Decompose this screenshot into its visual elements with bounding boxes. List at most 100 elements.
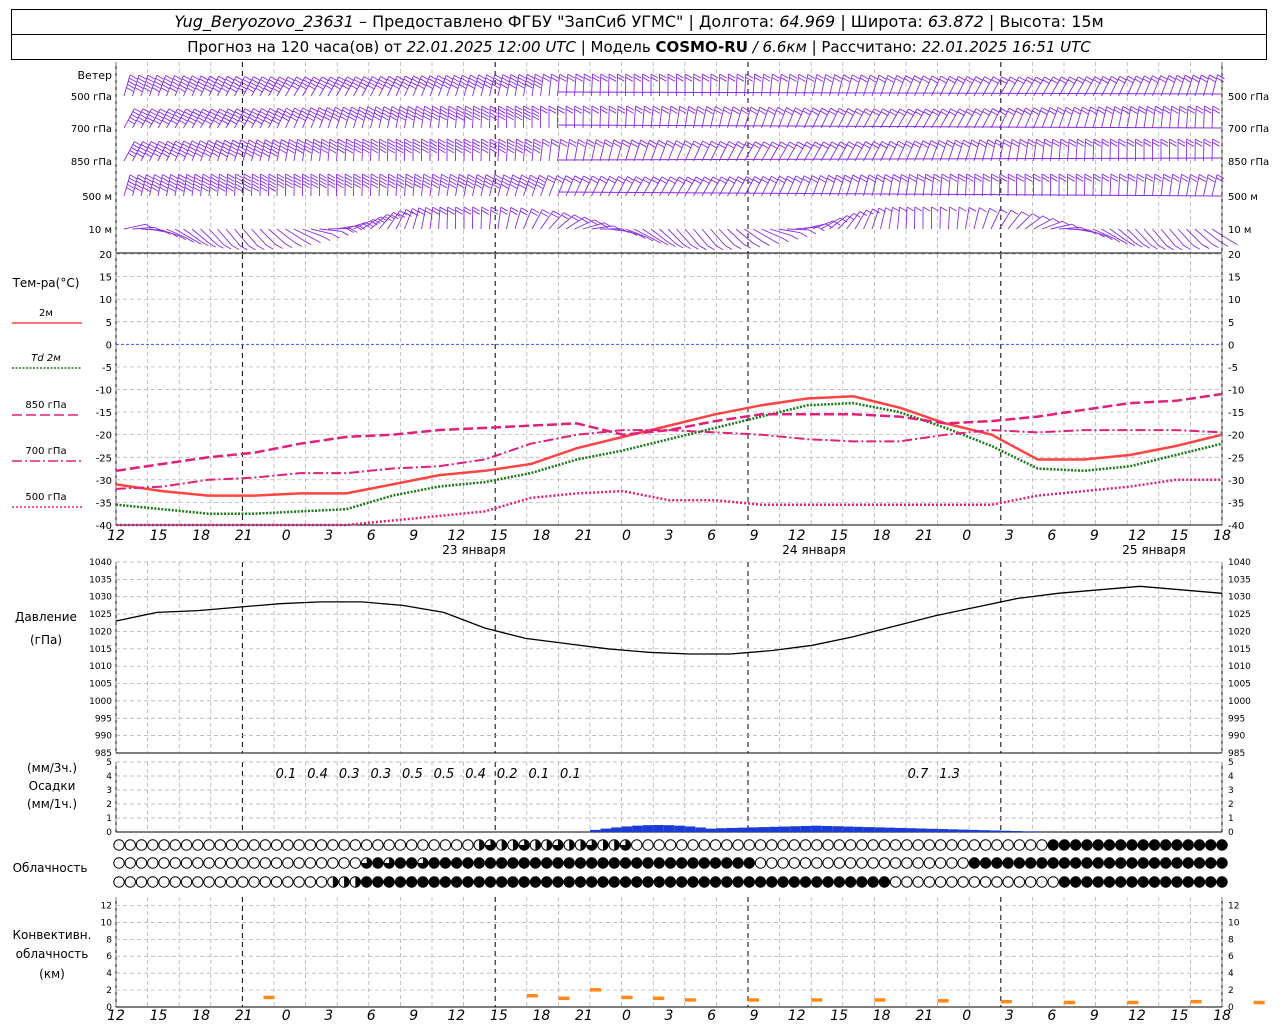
precip-bar (653, 825, 664, 832)
wind-barb-feather (263, 119, 272, 125)
wind-barb-feather (321, 138, 330, 144)
wind-barb-feather (704, 176, 712, 182)
cloud-cover-fill (614, 839, 620, 851)
wind-barb-feather (531, 208, 539, 213)
wind-barb-feather (340, 116, 348, 121)
wind-barb-feather (392, 84, 400, 90)
wind-barb (684, 140, 695, 162)
wind-barb-feather (281, 116, 290, 122)
wind-barb-feather (794, 178, 802, 184)
cloud-cover-symbol (946, 876, 958, 888)
wind-barb-feather (652, 105, 661, 111)
temp-tick-label-right: 20 (1228, 250, 1241, 261)
wind-barb-feather (306, 116, 315, 122)
wind-barb-feather (170, 173, 178, 179)
wind-barb-feather (1066, 106, 1074, 112)
wind-barb-feather (354, 141, 362, 147)
wind-barb-feather (979, 207, 987, 213)
wind-barb-feather (239, 245, 248, 251)
wind-barb-feather (702, 140, 710, 146)
cloud-cover-symbol (383, 876, 395, 888)
wind-barb-feather (260, 180, 268, 185)
wind-barb-feather (498, 112, 506, 117)
wind-barb-feather (443, 81, 452, 86)
wind-barb-feather (231, 142, 239, 148)
cloud-cover-symbol (766, 857, 778, 869)
cloud-cover-symbol (1148, 857, 1161, 869)
wind-barb-feather (299, 85, 308, 90)
cloud-cover-symbol (405, 876, 418, 888)
precip-bar (684, 826, 696, 832)
wind-barb-feather (191, 140, 200, 146)
wind-barb-feather (395, 78, 403, 84)
day-label: 25 января (1122, 543, 1185, 557)
wind-barb-feather (1158, 245, 1166, 250)
wind-barb-feather (740, 109, 749, 115)
wind-barb-feather (575, 73, 584, 79)
convective-tick-label: 10 (101, 918, 113, 928)
wind-barb-feather (1035, 142, 1044, 147)
wind-barb-feather (568, 142, 577, 147)
wind-barb-feather (370, 145, 379, 150)
wind-barb-feather (958, 75, 966, 81)
wind-barb-feather (279, 76, 287, 82)
precip-title-1: (мм/3ч.) (27, 761, 77, 775)
wind-barb-feather (573, 178, 581, 184)
cloud-cover-symbol (147, 876, 159, 888)
wind-barb-feather (909, 173, 917, 179)
wind-barb-feather (789, 77, 797, 82)
wind-barb-feather (218, 186, 226, 192)
wind-barb-feather (395, 141, 404, 147)
wind-barb-feather (811, 110, 819, 116)
convective-title-2: облачность (16, 947, 89, 961)
wind-barb-feather (1199, 174, 1207, 179)
wind-barb (259, 228, 276, 245)
cloud-cover-symbol (1137, 857, 1149, 869)
wind-barb-feather (534, 77, 542, 82)
temp-tick-label: 20 (99, 250, 112, 261)
wind-barb-feather (362, 176, 370, 182)
wind-barb-feather (164, 78, 172, 83)
wind-barb-feather (449, 177, 458, 182)
wind-barb-feather (439, 209, 448, 215)
cloud-cover-symbol (912, 857, 924, 869)
wind-barb-feather (550, 77, 559, 82)
wind-barb (242, 108, 254, 129)
cloud-cover-symbol (1103, 839, 1116, 851)
wind-barb-feather (268, 110, 276, 116)
cloud-cover-symbol (934, 876, 947, 888)
cloud-cover-symbol (315, 876, 328, 888)
wind-barb-feather (813, 144, 821, 150)
wind-barb-feather (542, 209, 550, 214)
wind-barb-feather (968, 206, 977, 212)
wind-barb-feather (218, 183, 226, 189)
cloud-cover-symbol (327, 857, 339, 869)
cloud-cover-fill (569, 839, 575, 851)
pressure-tick-label: 1010 (89, 662, 112, 672)
cloud-cover-symbol (653, 839, 665, 851)
wind-barb-feather (891, 108, 899, 114)
hour-tick-label: 3 (665, 528, 674, 544)
wind-barb-feather (294, 107, 302, 113)
wind-barb-feather (432, 210, 440, 215)
wind-barb-feather (291, 85, 299, 90)
wind-barb-feather (749, 109, 758, 115)
wind-barb-feather (626, 108, 634, 114)
wind-barb-feather (237, 149, 246, 154)
wind-barb-feather (160, 108, 168, 114)
cloud-cover-symbol (574, 876, 587, 888)
wind-barb-feather (1032, 110, 1040, 116)
cloud-cover-symbol (777, 876, 789, 888)
wind-barb-feather (431, 183, 439, 189)
wind-barb-feather (236, 152, 245, 157)
cloud-cover-symbol (901, 876, 913, 888)
wind-barb-feather (1136, 176, 1145, 182)
cloud-cover-symbol (619, 876, 632, 888)
wind-barb-feather (256, 116, 265, 122)
wind-barb-feather (481, 105, 490, 111)
wind-barb-feather (231, 245, 240, 250)
convective-tick-label: 8 (106, 935, 112, 945)
cloud-cover-symbol (147, 857, 159, 869)
wind-barb-feather (868, 174, 877, 180)
convective-bar (558, 996, 570, 1001)
